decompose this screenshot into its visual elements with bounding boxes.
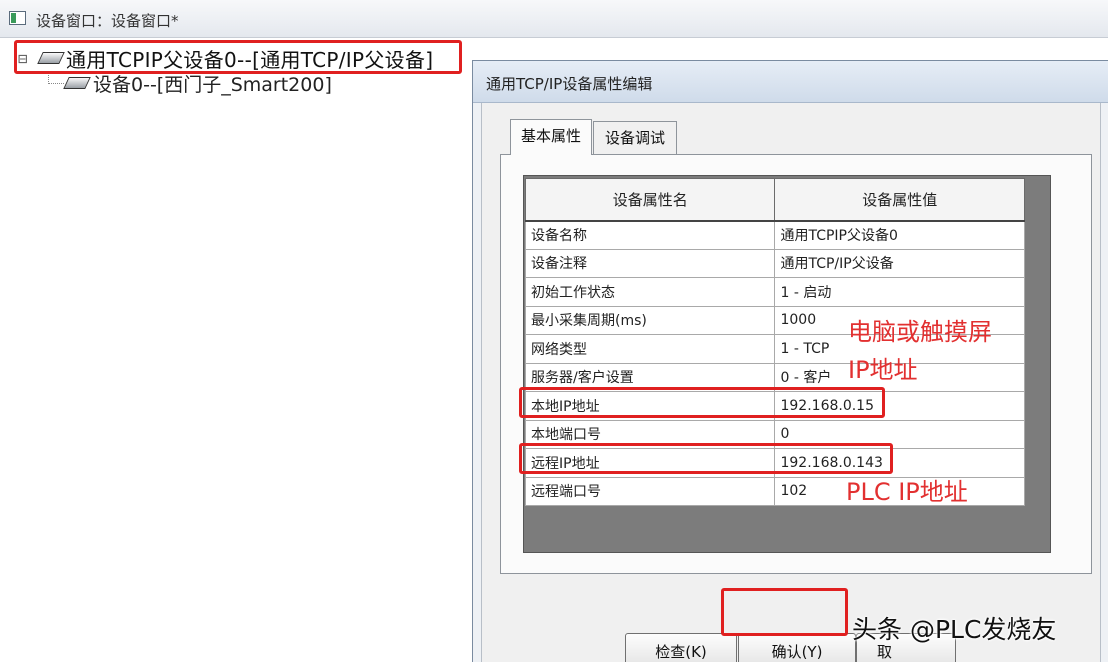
property-name-cell: 远程IP地址 [524, 448, 776, 478]
confirm-button[interactable]: 确认(Y) [738, 633, 856, 662]
window-icon [9, 11, 26, 25]
device-node-icon [63, 77, 91, 89]
property-value-cell[interactable]: 通用TCP/IP父设备 [774, 248, 1025, 278]
tree-collapse-icon[interactable]: ⊟ [18, 49, 28, 68]
annotation-remote-ip: PLC IP地址 [846, 478, 968, 506]
tab-device-test[interactable]: 设备调试 [593, 121, 677, 155]
table-row[interactable]: 本地IP地址 192.168.0.15 [524, 391, 1025, 421]
window-titlebar: 设备窗口：设备窗口* [0, 0, 1108, 38]
dialog-title: 通用TCP/IP设备属性编辑 [486, 75, 653, 93]
annotation-local-ip-line2: IP地址 [848, 356, 918, 384]
property-name-cell: 远程端口号 [524, 476, 776, 506]
property-name-cell: 设备注释 [524, 248, 776, 278]
table-row[interactable]: 设备注释 通用TCP/IP父设备 [524, 248, 1025, 278]
device-tree: ⊟ 通用TCPIP父设备0--[通用TCP/IP父设备] 设备0--[西门子_S… [0, 38, 470, 662]
table-row[interactable]: 初始工作状态 1 - 启动 [524, 277, 1025, 307]
dialog-titlebar: 通用TCP/IP设备属性编辑 [473, 61, 1108, 103]
property-grid: 设备属性名 设备属性值 设备名称 通用TCPIP父设备0 设备注释 通用TCP/… [523, 175, 1051, 553]
watermark: 头条 @PLC发烧友 [852, 615, 1057, 644]
check-button[interactable]: 检查(K) [625, 633, 737, 662]
tree-node-parent-device[interactable]: 通用TCPIP父设备0--[通用TCP/IP父设备] [66, 44, 433, 73]
table-row[interactable]: 服务器/客户设置 0 - 客户 [524, 362, 1025, 392]
column-header-property-value: 设备属性值 [774, 178, 1025, 222]
tree-node-child-device[interactable]: 设备0--[西门子_Smart200] [93, 70, 332, 97]
property-name-cell: 初始工作状态 [524, 277, 776, 307]
window-title: 设备窗口：设备窗口* [36, 12, 179, 30]
property-value-cell[interactable]: 通用TCPIP父设备0 [774, 220, 1025, 250]
property-name-cell: 网络类型 [524, 334, 776, 364]
property-name-cell: 服务器/客户设置 [524, 362, 776, 392]
tab-basic-properties[interactable]: 基本属性 [510, 119, 592, 155]
property-value-cell[interactable]: 192.168.0.15 [774, 391, 1025, 421]
annotation-local-ip-line1: 电脑或触摸屏 [848, 318, 992, 346]
property-name-cell: 最小采集周期(ms) [524, 305, 776, 335]
tab-panel-basic-properties: 设备属性名 设备属性值 设备名称 通用TCPIP父设备0 设备注释 通用TCP/… [500, 154, 1092, 574]
table-row[interactable]: 设备名称 通用TCPIP父设备0 [524, 220, 1025, 250]
column-header-property-name: 设备属性名 [524, 178, 776, 222]
property-name-cell: 设备名称 [524, 220, 776, 250]
device-properties-dialog: 通用TCP/IP设备属性编辑 基本属性 设备调试 设备属性名 设备属性值 设备名… [472, 60, 1108, 662]
property-name-cell: 本地端口号 [524, 419, 776, 449]
property-name-cell: 本地IP地址 [524, 391, 776, 421]
tree-connector-line [48, 72, 64, 84]
property-value-cell[interactable]: 0 [774, 419, 1025, 449]
dialog-body: 基本属性 设备调试 设备属性名 设备属性值 设备名称 通用TCPIP父设备0 设… [481, 103, 1101, 662]
property-value-cell[interactable]: 1 - 启动 [774, 277, 1025, 307]
device-node-icon [37, 52, 65, 64]
table-row[interactable]: 本地端口号 0 [524, 419, 1025, 449]
